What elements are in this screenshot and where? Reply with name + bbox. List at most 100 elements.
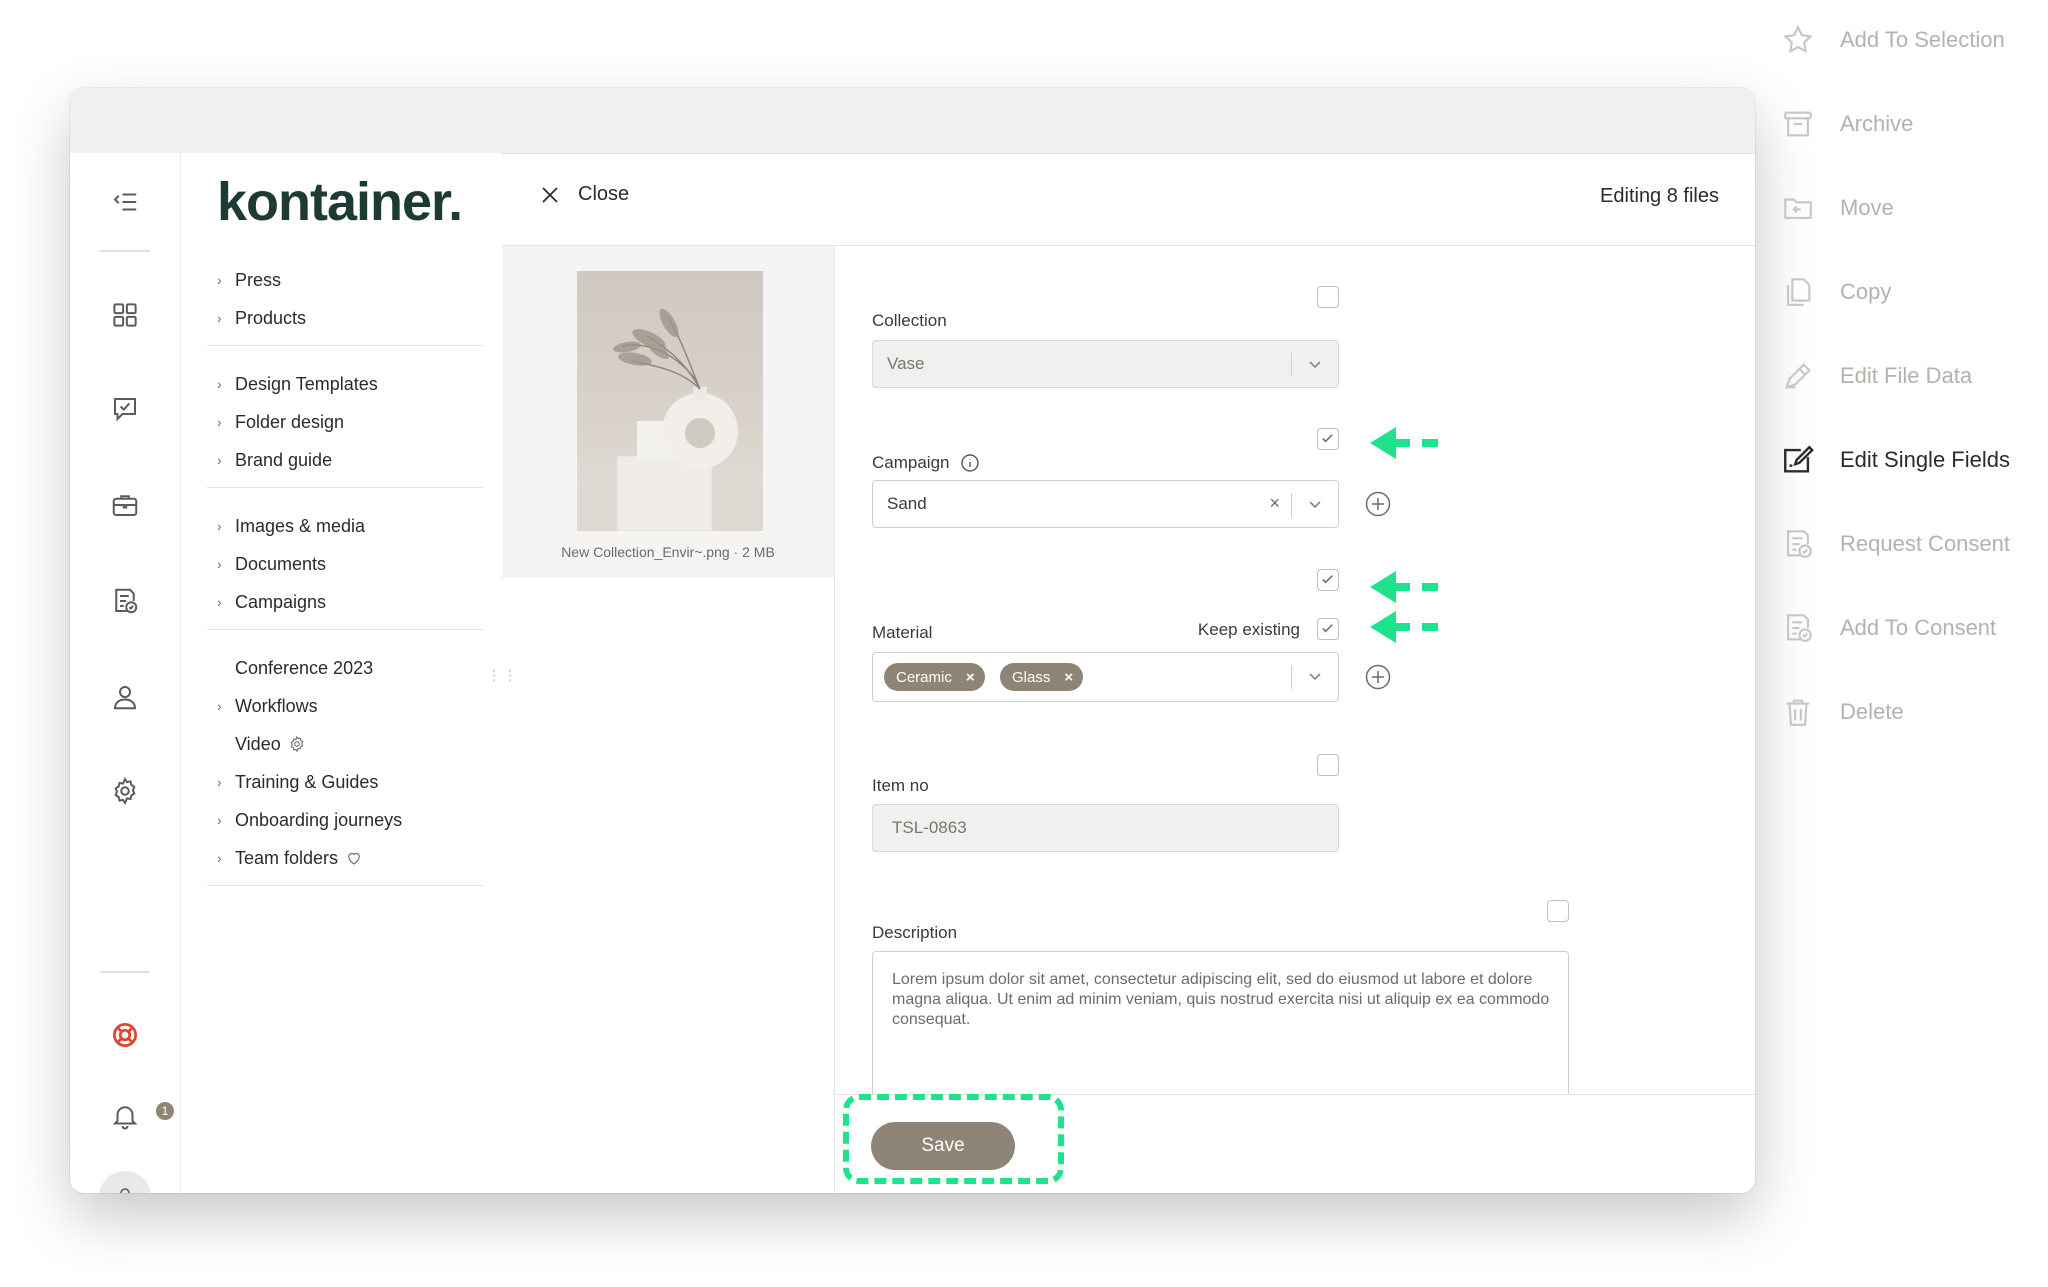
add-campaign-icon[interactable] [1365,491,1391,517]
campaign-label-row: Campaign [872,453,980,473]
chevron-right-icon[interactable]: › [217,594,235,610]
sidebar-item-images-media[interactable]: › Images & media [217,511,365,541]
sidebar-item-label: Folder design [235,411,345,432]
action-add-to-selection[interactable]: Add To Selection [1778,15,2048,65]
chevron-right-icon[interactable]: › [217,414,235,430]
close-label: Close [578,183,630,205]
sidebar-item-press[interactable]: › Press [217,265,281,295]
chevron-down-icon[interactable] [1306,495,1324,513]
sidebar-item-video[interactable]: Video [217,729,306,759]
collapse-icon[interactable] [99,176,151,228]
sidebar-item-documents[interactable]: › Documents [217,549,326,579]
sidebar-item-workflows[interactable]: › Workflows [217,691,318,721]
chip-label: Ceramic [896,668,952,686]
archive-icon [1778,104,1818,144]
description-checkbox[interactable] [1547,900,1569,922]
action-request-consent[interactable]: Request Consent [1778,519,2048,569]
chevron-right-icon[interactable]: › [217,774,235,790]
gear-icon[interactable] [99,765,151,817]
action-edit-file-data[interactable]: Edit File Data [1778,351,2048,401]
editor-header: Close Editing 8 files [502,153,1755,246]
close-icon [540,185,560,205]
info-icon[interactable] [960,453,980,473]
sidebar-item-onboarding-journeys[interactable]: › Onboarding journeys [217,805,402,835]
select-divider [1291,353,1292,377]
action-move[interactable]: Move [1778,183,2048,233]
brand-logo[interactable]: kontainer. [217,171,463,233]
close-button[interactable]: Close [540,183,629,206]
material-chip[interactable]: Glass × [1000,663,1084,691]
nav-divider [207,345,483,346]
action-archive[interactable]: Archive [1778,99,2048,149]
chevron-right-icon[interactable]: › [217,556,235,572]
chevron-right-icon[interactable]: › [217,272,235,288]
action-label: Edit Single Fields [1840,447,2010,472]
item-no-checkbox[interactable] [1317,754,1339,776]
select-divider [1291,493,1292,517]
sidebar-item-products[interactable]: › Products [217,303,306,333]
sidebar-item-label: Conference 2023 [235,657,374,678]
sidebar-item-design-templates[interactable]: › Design Templates [217,369,378,399]
sidebar-item-label: Images & media [235,515,366,536]
dashboard-icon[interactable] [99,289,151,341]
app-window: 1 kontainer. › Press › Products › Design Temp… [70,88,1755,1193]
campaign-label: Campaign [872,453,950,472]
user-icon[interactable] [99,671,151,723]
select-divider [1291,665,1292,689]
sidebar-item-folder-design[interactable]: › Folder design [217,407,344,437]
keep-existing-checkbox[interactable] [1317,618,1339,640]
help-lifebuoy-icon[interactable] [99,1009,151,1061]
file-preview: New Collection_Envir~.png · 2 MB [502,246,835,578]
nav-divider [207,487,483,488]
approval-icon[interactable] [99,383,151,435]
action-add-to-consent[interactable]: Add To Consent [1778,603,2048,653]
chip-remove-icon[interactable]: × [1064,669,1073,686]
icon-rail: 1 [70,153,181,1193]
sidebar-item-conference-2023[interactable]: Conference 2023 [217,653,373,683]
briefcase-icon[interactable] [99,479,151,531]
chevron-right-icon[interactable]: › [217,452,235,468]
copy-icon [1778,272,1818,312]
arrow-left-icon [1370,427,1438,459]
sidebar-item-training-guides[interactable]: › Training & Guides [217,767,378,797]
add-material-icon[interactable] [1365,664,1391,690]
item-no-input[interactable]: TSL-0863 [872,804,1339,852]
chevron-down-icon[interactable] [1306,667,1324,685]
clear-icon[interactable]: × [1269,493,1280,514]
chevron-down-icon[interactable] [1306,355,1324,373]
edit-fields-form: Collection Vase Campaign Sand × Material [835,246,1755,1094]
collection-select[interactable]: Vase [872,340,1339,388]
resize-handle[interactable]: ⋮⋮ [487,668,519,682]
sidebar-item-label: Press [235,269,282,290]
sidebar-item-campaigns[interactable]: › Campaigns [217,587,326,617]
sidebar-item-team-folders[interactable]: › Team folders [217,843,363,873]
action-edit-single-fields[interactable]: Edit Single Fields [1778,435,2048,485]
description-textarea[interactable]: Lorem ipsum dolor sit amet, consectetur … [872,951,1569,1094]
avatar[interactable] [99,1171,151,1193]
sidebar-item-brand-guide[interactable]: › Brand guide [217,445,332,475]
material-chip[interactable]: Ceramic × [884,663,985,691]
material-label: Material [872,623,933,642]
collection-checkbox[interactable] [1317,286,1339,308]
chevron-right-icon[interactable]: › [217,698,235,714]
action-delete[interactable]: Delete [1778,687,2048,737]
campaign-select[interactable]: Sand × [872,480,1339,528]
material-checkbox[interactable] [1317,569,1339,591]
chevron-right-icon[interactable]: › [217,376,235,392]
chip-remove-icon[interactable]: × [966,669,975,686]
star-icon [1778,20,1818,60]
campaign-checkbox[interactable] [1317,428,1339,450]
folder-nav: kontainer. › Press › Products › Design Templa… [181,153,517,1193]
chevron-right-icon[interactable]: › [217,310,235,326]
collection-label: Collection [872,311,947,330]
item-no-value: TSL-0863 [892,818,967,837]
material-multiselect[interactable]: Ceramic × Glass × [872,652,1339,702]
chevron-right-icon[interactable]: › [217,518,235,534]
arrow-left-icon [1370,571,1438,603]
preview-thumbnail[interactable] [577,271,763,531]
chevron-right-icon[interactable]: › [217,812,235,828]
chevron-right-icon[interactable]: › [217,850,235,866]
bell-icon[interactable]: 1 [99,1090,174,1142]
action-copy[interactable]: Copy [1778,267,2048,317]
consent-icon[interactable] [99,575,151,627]
